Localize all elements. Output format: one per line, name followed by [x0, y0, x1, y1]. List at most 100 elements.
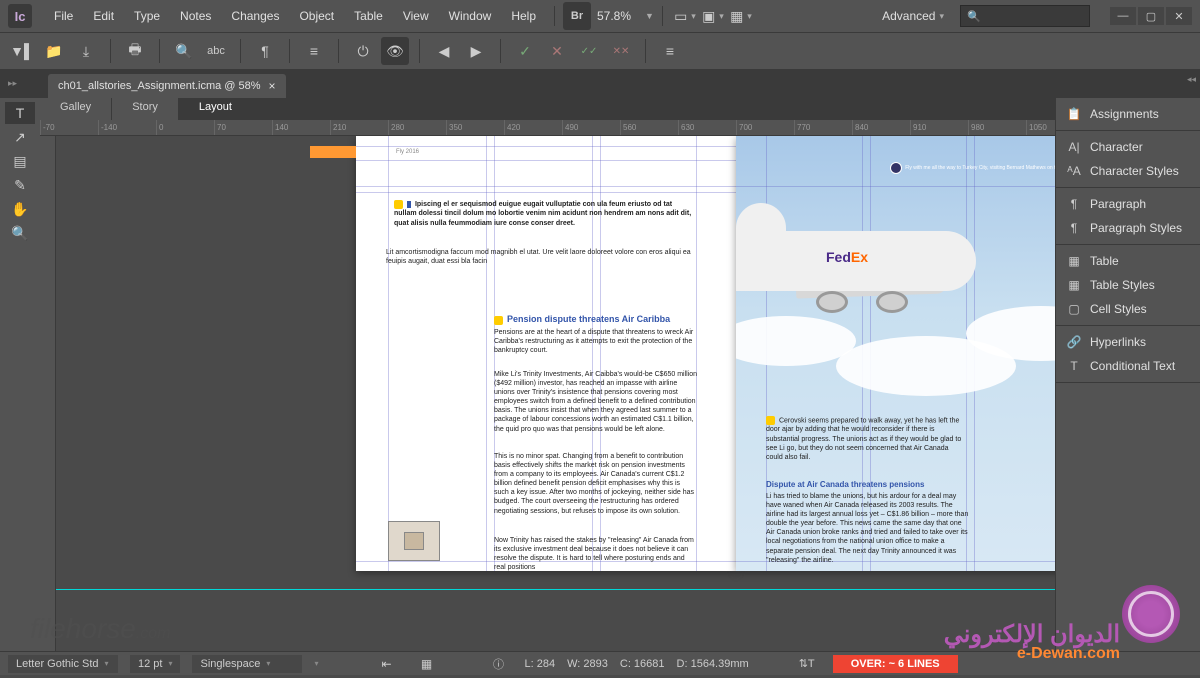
update-icon[interactable]: ▼▌	[8, 37, 36, 65]
indent-left-icon[interactable]: ⇤	[373, 650, 401, 678]
menu-edit[interactable]: Edit	[83, 3, 124, 29]
show-hidden-icon[interactable]: ¶	[251, 37, 279, 65]
indent-right-icon[interactable]: ▦	[413, 650, 441, 678]
character-styles-icon: ᴬA	[1066, 164, 1082, 178]
note-icon[interactable]	[766, 416, 775, 425]
position-tool-icon[interactable]: ↗	[5, 126, 35, 148]
article-body[interactable]: This is no minor spat. Changing from a b…	[494, 452, 694, 516]
article-body[interactable]: Cerovski seems prepared to walk away, ye…	[766, 417, 961, 460]
panel-label: Table Styles	[1090, 278, 1155, 292]
power-icon[interactable]: ⏻	[349, 37, 377, 65]
note-tool-icon[interactable]: ▤	[5, 150, 35, 172]
close-button[interactable]: ✕	[1166, 7, 1192, 25]
track-changes-icon[interactable]: ≡	[300, 37, 328, 65]
separator	[419, 39, 420, 63]
badge-text: Fly with me all the way to Turkey City, …	[905, 165, 1055, 171]
menu-changes[interactable]: Changes	[221, 3, 289, 29]
ruler-tick: -70	[40, 120, 55, 136]
panel-cell-styles[interactable]: ▢Cell Styles	[1056, 297, 1200, 321]
tab-story[interactable]: Story	[112, 98, 179, 120]
accept-icon[interactable]: ✓	[511, 37, 539, 65]
menu-file[interactable]: File	[44, 3, 83, 29]
menu-help[interactable]: Help	[501, 3, 546, 29]
article-body[interactable]: Now Trinity has raised the stakes by "re…	[494, 536, 694, 572]
tab-galley[interactable]: Galley	[40, 98, 112, 120]
reject-icon[interactable]: ✕	[543, 37, 571, 65]
collapse-panels-icon[interactable]: ◂◂	[1187, 74, 1196, 85]
type-tool-icon[interactable]: T	[5, 102, 35, 124]
article-headline[interactable]: Pension dispute threatens Air Caribba	[507, 314, 670, 324]
info-icon[interactable]: ⓘ	[485, 650, 513, 678]
panel-table[interactable]: ▦Table	[1056, 249, 1200, 273]
page-spread-right[interactable]: Fly with me all the way to Turkey City, …	[736, 136, 1055, 571]
zoom-selector[interactable]: 57.8% ▼	[591, 7, 654, 25]
paragraph-icon: ¶	[1066, 197, 1082, 211]
hand-tool-icon[interactable]: ✋	[5, 198, 35, 220]
article-body[interactable]: Mike Li's Trinity Investments, Air Caibb…	[494, 370, 698, 434]
font-size-selector[interactable]: 12 pt ▾	[130, 655, 180, 673]
article-subhead[interactable]: Pensions are at the heart of a dispute t…	[494, 328, 694, 355]
panel-conditional-text[interactable]: TConditional Text	[1056, 354, 1200, 378]
panel-paragraph-styles[interactable]: ¶Paragraph Styles	[1056, 216, 1200, 240]
minimize-button[interactable]: —	[1110, 7, 1136, 25]
separator	[110, 39, 111, 63]
menu-view[interactable]: View	[393, 3, 439, 29]
article-body[interactable]: Li has tried to blame the unions, but hi…	[766, 492, 971, 565]
workspace-selector[interactable]: Advanced ▾	[874, 5, 952, 27]
intro-text[interactable]: Lit amcortismodigna faccum mod magnibh e…	[386, 248, 696, 266]
panel-character-styles[interactable]: ᴬACharacter Styles	[1056, 159, 1200, 183]
document-tab[interactable]: ch01_allstories_Assignment.icma @ 58% ×	[48, 74, 286, 98]
font-size-label: 12 pt	[138, 658, 162, 670]
print-icon[interactable]: 🖶	[121, 37, 149, 65]
expand-handle-icon[interactable]: ▸▸	[8, 78, 17, 89]
zoom-tool-icon[interactable]: 🔍	[5, 222, 35, 244]
page-spread-left[interactable]: Fly 2016 Ipiscing el er sequismod euigue…	[356, 136, 736, 571]
ruler-tick: 490	[562, 120, 578, 136]
preview-icon[interactable]: 👁	[381, 37, 409, 65]
find-icon[interactable]: 🔍	[170, 37, 198, 65]
eyedropper-icon[interactable]: ✎	[5, 174, 35, 196]
menu-window[interactable]: Window	[439, 3, 502, 29]
separator	[338, 39, 339, 63]
menu-table[interactable]: Table	[344, 3, 393, 29]
ruler-tick: 70	[214, 120, 226, 136]
close-tab-icon[interactable]: ×	[269, 79, 276, 93]
layout-canvas[interactable]: Fly 2016 Ipiscing el er sequismod euigue…	[56, 136, 1055, 651]
intro-bold-text[interactable]: Ipiscing el er sequismod euigue eugait v…	[394, 201, 691, 226]
bridge-button[interactable]: Br	[563, 2, 591, 30]
font-selector[interactable]: Letter Gothic Std ▾	[8, 655, 118, 673]
view-options-icon[interactable]: ▭▾	[671, 2, 699, 30]
menu-notes[interactable]: Notes	[170, 3, 221, 29]
note-icon[interactable]	[494, 316, 503, 325]
spellcheck-icon[interactable]: abc	[202, 37, 230, 65]
ruler-tick: 910	[910, 120, 926, 136]
menu-object[interactable]: Object	[289, 3, 344, 29]
ruler-tick: 1050	[1026, 120, 1047, 136]
hyperlinks-icon: 🔗	[1066, 335, 1082, 349]
menu-type[interactable]: Type	[124, 3, 170, 29]
maximize-button[interactable]: ▢	[1138, 7, 1164, 25]
save-icon[interactable]: ⤓	[72, 37, 100, 65]
expand-icon[interactable]: ▾	[314, 659, 318, 668]
search-input[interactable]: 🔍	[960, 5, 1090, 27]
leading-label: Singlespace	[200, 658, 260, 670]
panel-hyperlinks[interactable]: 🔗Hyperlinks	[1056, 330, 1200, 354]
next-icon[interactable]: ▶	[462, 37, 490, 65]
prev-icon[interactable]: ◀	[430, 37, 458, 65]
open-icon[interactable]: 📁	[40, 37, 68, 65]
reject-all-icon[interactable]: ✕✕	[607, 37, 635, 65]
image-frame[interactable]	[388, 521, 440, 561]
menu-icon[interactable]: ≡	[656, 37, 684, 65]
panel-paragraph[interactable]: ¶Paragraph	[1056, 192, 1200, 216]
panel-table-styles[interactable]: ▦Table Styles	[1056, 273, 1200, 297]
tab-layout[interactable]: Layout	[179, 98, 253, 120]
note-icon[interactable]	[394, 200, 403, 209]
article-headline[interactable]: Dispute at Air Canada threatens pensions	[766, 480, 966, 490]
arrange-icon[interactable]: ▦▾	[727, 2, 755, 30]
panel-character[interactable]: A|Character	[1056, 135, 1200, 159]
copyfit-icon[interactable]: ⇅T	[793, 650, 821, 678]
leading-selector[interactable]: Singlespace ▾	[192, 655, 302, 673]
accept-all-icon[interactable]: ✓✓	[575, 37, 603, 65]
panel-assignments[interactable]: 📋Assignments	[1056, 102, 1200, 126]
screen-mode-icon[interactable]: ▣▾	[699, 2, 727, 30]
